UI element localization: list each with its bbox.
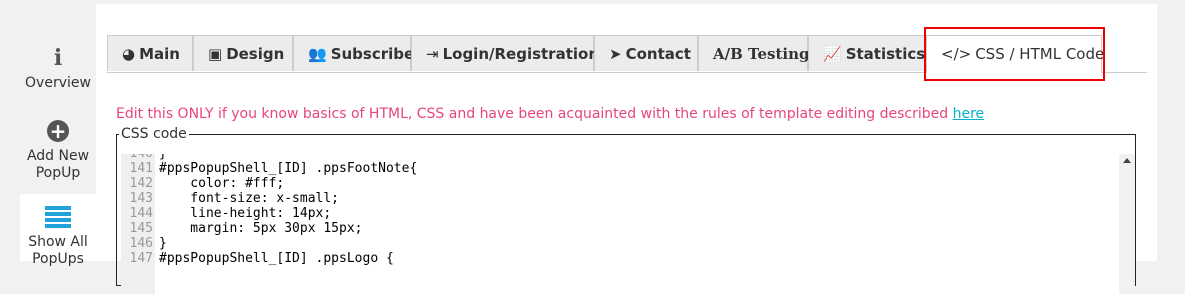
sidebar-item-add-new-popup[interactable]: + Add New PopUp: [20, 120, 96, 182]
code-text: line-height: 14px;: [159, 206, 332, 221]
code-text: #ppsPopupShell_[ID] .ppsFootNote{: [159, 161, 418, 176]
line-number: 143: [129, 191, 153, 206]
line-number: 142: [129, 176, 153, 191]
tab-design[interactable]: ▣ Design: [193, 35, 293, 71]
sidebar-item-overview[interactable]: i Overview: [20, 47, 96, 92]
users-icon: 👥: [308, 45, 327, 63]
line-number: 147: [129, 251, 153, 266]
code-text: }: [159, 154, 167, 161]
tab-label: Statistics: [845, 45, 926, 63]
tab-login-registration[interactable]: ⇥ Login/Registration: [411, 35, 599, 71]
tab-main[interactable]: ◕ Main: [107, 35, 193, 71]
line-number: 146: [129, 236, 153, 251]
sidebar-item-label: Overview: [25, 75, 91, 91]
tab-contact[interactable]: ➤ Contact: [594, 35, 698, 71]
tab-label: Contact: [625, 45, 691, 63]
here-link[interactable]: here: [953, 106, 985, 122]
main-panel: ◕ Main ▣ Design 👥 Subscribe ⇥ Login/Registra…: [96, 4, 1157, 294]
line-number: 141: [129, 161, 153, 176]
info-icon: i: [53, 45, 63, 71]
code-text: margin: 5px 30px 15px;: [159, 221, 363, 236]
line-number: 140: [121, 154, 153, 161]
line-number: 144: [129, 206, 153, 221]
sidebar-item-show-all-popups[interactable]: Show All PopUps: [20, 194, 96, 267]
sign-in-icon: ⇥: [426, 45, 439, 63]
sidebar-item-label: Show All PopUps: [28, 234, 88, 267]
code-text: }: [159, 236, 167, 251]
tab-ab-testing[interactable]: A/B Testing: [698, 35, 810, 71]
tab-label: A/B Testing: [713, 45, 810, 63]
tab-label: Login/Registration: [442, 45, 599, 63]
paper-plane-icon: ➤: [609, 45, 622, 63]
tab-subscribe[interactable]: 👥 Subscribe: [293, 35, 414, 71]
dashboard-icon: ◕: [122, 45, 136, 63]
editor-scrollbar[interactable]: [1119, 154, 1135, 294]
code-text: font-size: x-small;: [159, 191, 340, 206]
warning-message: Edit this ONLY if you know basics of HTM…: [116, 106, 953, 122]
line-number: 145: [129, 221, 153, 236]
tab-statistics[interactable]: 📈 Statistics: [808, 35, 926, 71]
highlight-box: [924, 27, 1105, 81]
code-text: color: #fff;: [159, 176, 285, 191]
sidebar: i Overview + Add New PopUp Show All PopU…: [0, 0, 96, 267]
tab-label: Design: [226, 45, 285, 63]
scroll-up-arrow-icon[interactable]: [1123, 158, 1131, 163]
css-code-legend: CSS code: [121, 126, 187, 142]
tab-label: Main: [139, 45, 180, 63]
plus-circle-icon: +: [47, 120, 69, 142]
image-icon: ▣: [208, 45, 223, 63]
css-code-editor[interactable]: 140} 141 #ppsPopupShell_[ID] .ppsFootNote{…: [121, 154, 1135, 294]
code-text: #ppsPopupShell_[ID] .ppsLogo {: [159, 251, 394, 266]
warning-text: Edit this ONLY if you know basics of HTM…: [116, 106, 984, 122]
tab-label: Subscribe: [330, 45, 415, 63]
sidebar-item-label: Add New PopUp: [26, 148, 90, 181]
css-code-fieldset: CSS code 140} 141 #ppsPopupShell_[ID] .pps…: [116, 126, 1136, 294]
line-chart-icon: 📈: [823, 45, 842, 63]
list-icon: [45, 206, 71, 228]
